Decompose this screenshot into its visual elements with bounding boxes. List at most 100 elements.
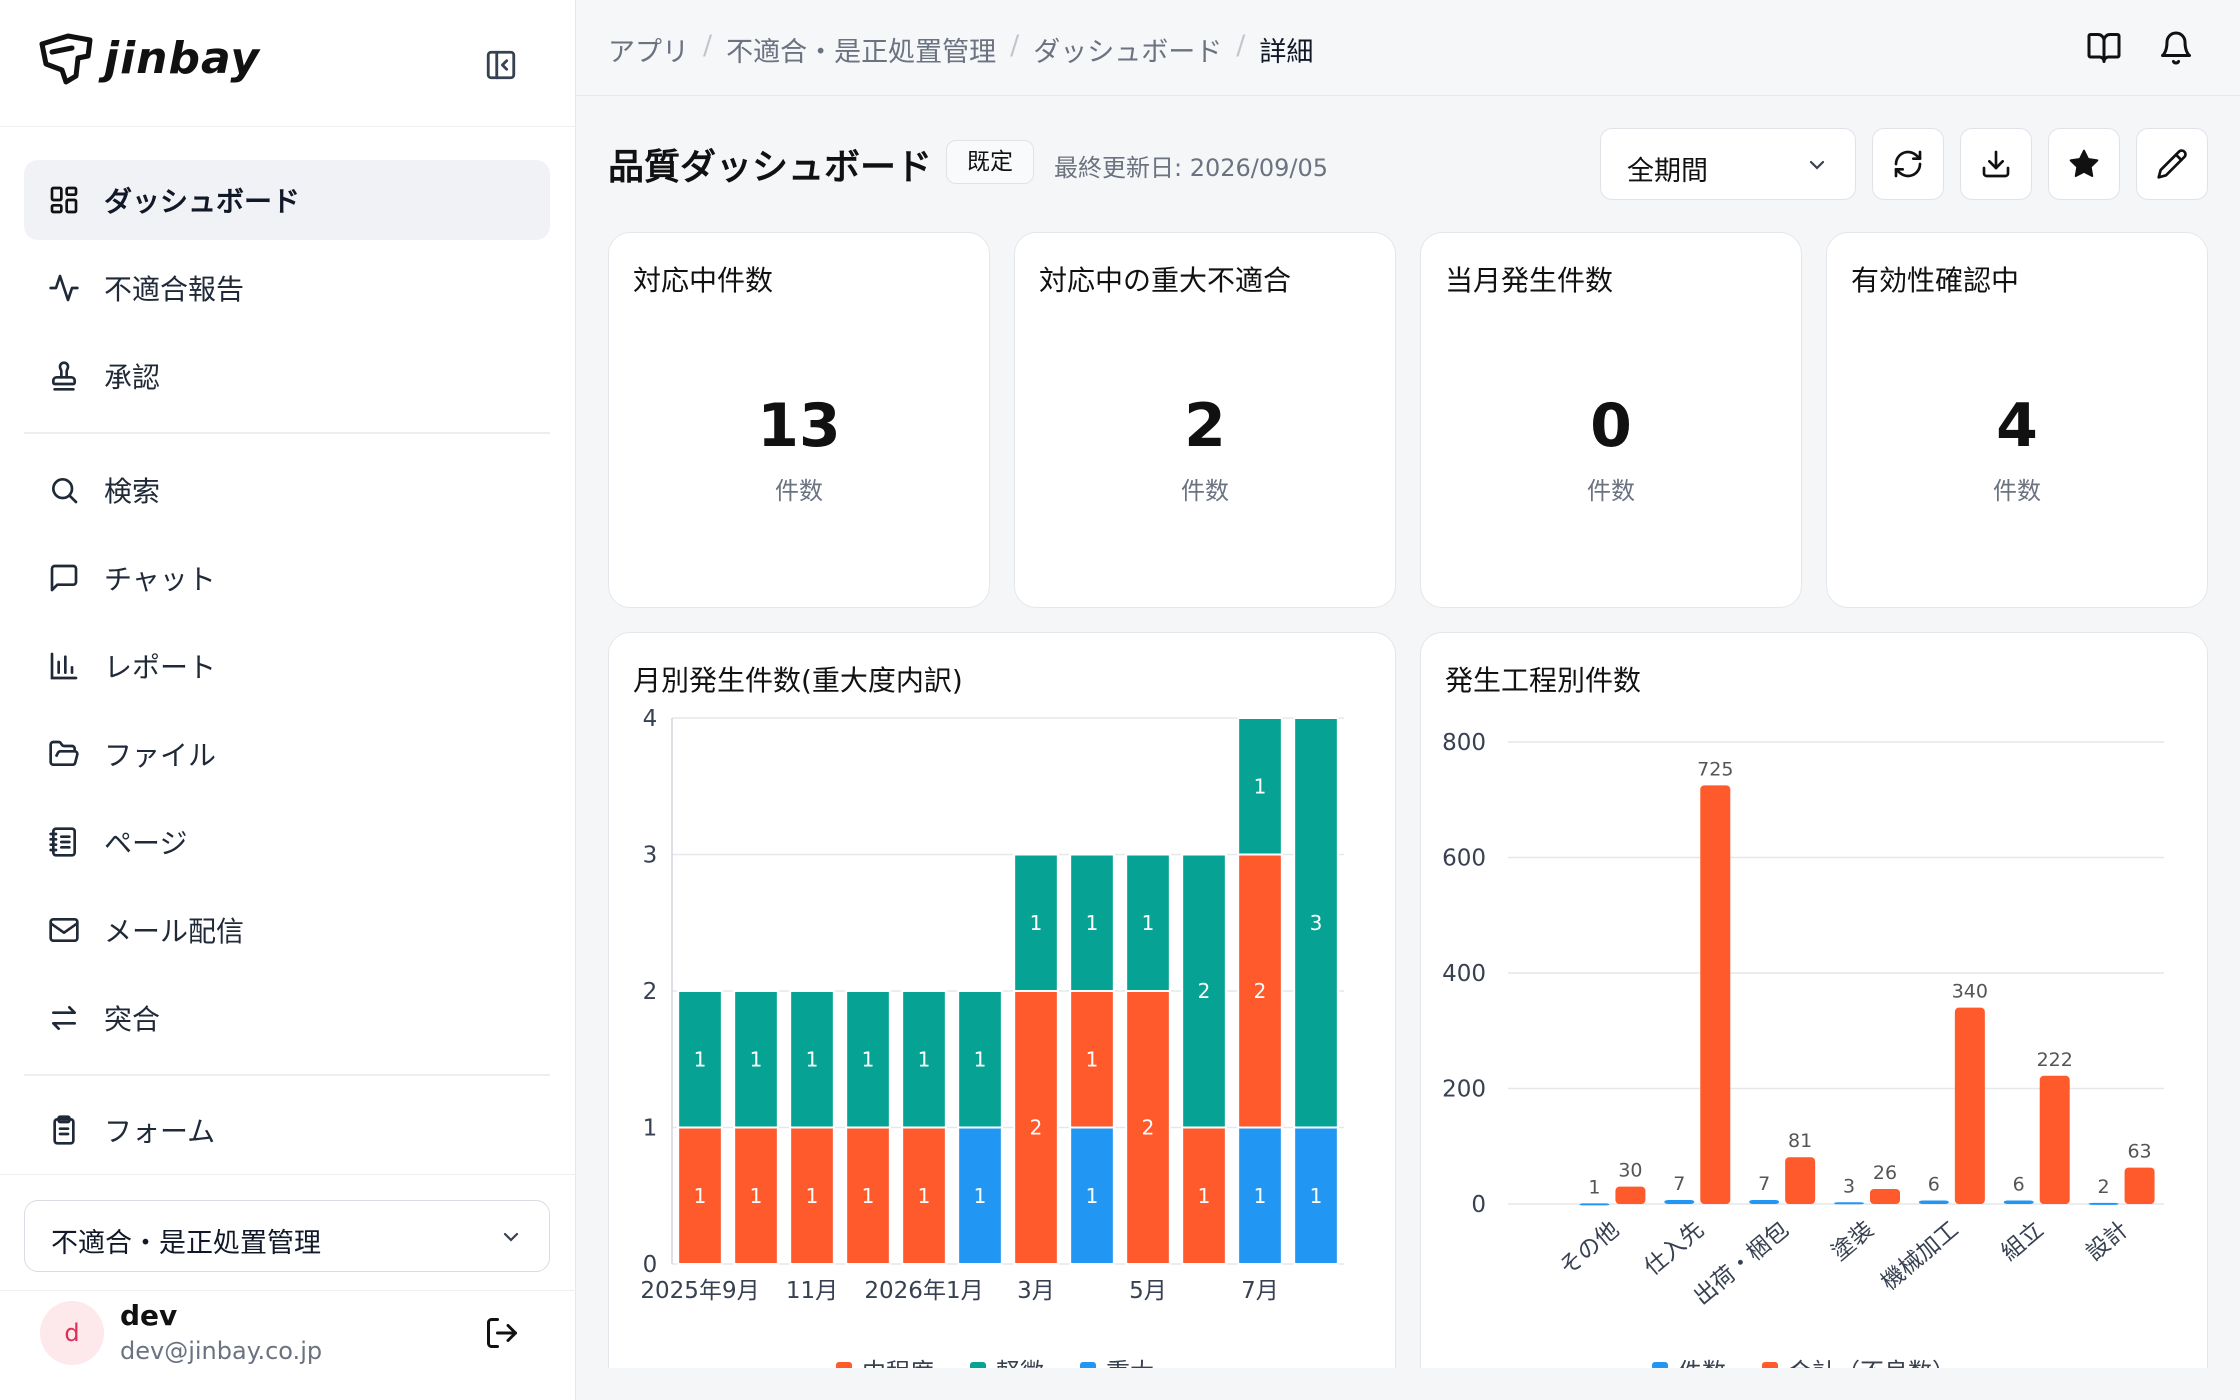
stat-card-title: 有効性確認中 [1851, 264, 2020, 297]
bar-data-label: 340 [1952, 981, 1988, 1003]
stat-card-effectiveness[interactable]: 有効性確認中 4 件数 [1826, 232, 2208, 608]
sidebar-item-report[interactable]: レポート [24, 626, 550, 706]
period-select[interactable]: 全期間 [1600, 128, 1856, 200]
y-tick-label: 3 [643, 843, 658, 869]
bell-icon[interactable] [2158, 30, 2194, 66]
x-tick-label: 出荷・梱包 [1689, 1217, 1794, 1311]
jinbay-logo-icon [39, 33, 93, 85]
sidebar-item-search[interactable]: 検索 [24, 450, 550, 530]
refresh-icon [1894, 150, 1922, 178]
sidebar-item-label: フォーム [104, 1115, 216, 1148]
bar [1954, 1007, 1985, 1204]
breadcrumb-item[interactable]: ダッシュボード [1033, 30, 1222, 69]
nav-divider [24, 432, 550, 434]
stat-card-title: 対応中件数 [633, 264, 774, 297]
stat-card-critical[interactable]: 対応中の重大不適合 2 件数 [1014, 232, 1396, 608]
bar-chart-icon [50, 652, 78, 680]
app-select-value: 不適合・是正処置管理 [51, 1228, 321, 1259]
breadcrumb: アプリ / 不適合・是正処置管理 / ダッシュボード / 詳細 [608, 30, 1313, 69]
edit-button[interactable] [2136, 128, 2208, 200]
period-select-value: 全期間 [1627, 156, 1708, 187]
bar-data-label: 1 [806, 1047, 819, 1071]
sidebar-item-nonconformance[interactable]: 不適合報告 [24, 248, 550, 328]
bar-data-label: 725 [1697, 758, 1733, 780]
refresh-button[interactable] [1872, 128, 1944, 200]
breadcrumb-separator: / [1010, 30, 1020, 61]
bar-data-label: 1 [1254, 1184, 1267, 1208]
bar-data-label: 26 [1873, 1162, 1897, 1184]
bar-data-label: 2 [1142, 1116, 1155, 1140]
x-tick-label: 5月 [1129, 1278, 1167, 1304]
avatar[interactable]: d [40, 1301, 104, 1365]
sidebar-item-approval[interactable]: 承認 [24, 336, 550, 416]
y-tick-label: 0 [643, 1252, 658, 1278]
bar-data-label: 2 [2098, 1176, 2110, 1198]
bar-data-label: 1 [1254, 774, 1267, 798]
favorite-button[interactable] [2048, 128, 2120, 200]
x-tick-label: 2025年9月 [640, 1278, 759, 1304]
bar-data-label: 3 [1310, 911, 1323, 935]
logout-icon[interactable] [484, 1315, 520, 1351]
bar-data-label: 1 [1198, 1184, 1211, 1208]
x-tick-label: 3月 [1017, 1278, 1055, 1304]
stat-card-title: 当月発生件数 [1445, 264, 1614, 297]
bar-data-label: 1 [918, 1047, 931, 1071]
breadcrumb-separator: / [1236, 30, 1246, 61]
stat-card-this-month[interactable]: 当月発生件数 0 件数 [1420, 232, 1802, 608]
stat-card-open[interactable]: 対応中件数 13 件数 [608, 232, 990, 608]
stat-card-unit: 件数 [1993, 477, 2041, 505]
default-badge: 既定 [946, 140, 1034, 184]
stat-card-unit: 件数 [1181, 477, 1229, 505]
sidebar-item-chat[interactable]: チャット [24, 538, 550, 618]
star-icon [2069, 149, 2099, 178]
process-bar-chart: 0200400600800130その他7725仕入先781出荷・梱包326塗装6… [1442, 730, 2164, 1311]
x-tick-label: 2026年1月 [864, 1278, 983, 1304]
bar-data-label: 1 [1142, 911, 1155, 935]
bar-data-label: 1 [1086, 1184, 1099, 1208]
stat-card-unit: 件数 [1587, 477, 1635, 505]
bar-data-label: 1 [1030, 911, 1043, 935]
x-tick-label: 7月 [1241, 1278, 1279, 1304]
x-tick-label: 機械加工 [1877, 1217, 1964, 1296]
sidebar-item-label: 検索 [104, 475, 161, 508]
sidebar-collapse-icon[interactable] [484, 48, 518, 82]
app-select[interactable]: 不適合・是正処置管理 [24, 1200, 550, 1272]
x-tick-label: 11月 [786, 1278, 838, 1304]
bar-data-label: 1 [862, 1184, 875, 1208]
brand-logo[interactable]: jinbay [38, 30, 260, 86]
chat-icon [50, 564, 78, 592]
bar [1749, 1199, 1780, 1204]
sidebar-item-mail[interactable]: メール配信 [24, 890, 550, 970]
bar-data-label: 1 [1588, 1176, 1600, 1198]
search-icon [52, 478, 78, 504]
stat-card-value: 0 [1590, 391, 1632, 461]
breadcrumb-item[interactable]: 不適合・是正処置管理 [726, 30, 996, 69]
sidebar-item-matching[interactable]: 突合 [24, 978, 550, 1058]
stat-card-title: 対応中の重大不適合 [1039, 264, 1292, 297]
bar [1785, 1157, 1816, 1204]
notebook-icon [49, 827, 76, 857]
sidebar-item-label: 承認 [104, 361, 161, 394]
breadcrumb-item[interactable]: アプリ [608, 30, 689, 69]
topbar: アプリ / 不適合・是正処置管理 / ダッシュボード / 詳細 [576, 0, 2240, 96]
breadcrumb-separator: / [703, 30, 713, 61]
bar [2003, 1200, 2034, 1204]
x-tick-label: その他 [1555, 1217, 1625, 1281]
stat-card-value: 4 [1996, 391, 2038, 461]
download-button[interactable] [1960, 128, 2032, 200]
bar-data-label: 1 [862, 1047, 875, 1071]
sidebar-item-forms[interactable]: フォーム [24, 1090, 550, 1170]
book-icon[interactable] [2086, 30, 2122, 66]
clipboard-icon [53, 1115, 75, 1145]
bar-data-label: 1 [694, 1047, 707, 1071]
sidebar-item-files[interactable]: ファイル [24, 714, 550, 794]
sidebar-item-pages[interactable]: ページ [24, 802, 550, 882]
sidebar-item-dashboard[interactable]: ダッシュボード [24, 160, 550, 240]
x-tick-label: 塗装 [1827, 1217, 1879, 1266]
x-tick-label: 設計 [2081, 1217, 2133, 1266]
bar-data-label: 3 [1843, 1175, 1855, 1197]
bar-data-label: 1 [1310, 1184, 1323, 1208]
bar [2039, 1075, 2070, 1204]
download-icon [1982, 150, 2010, 178]
dashboard-icon [50, 186, 78, 214]
